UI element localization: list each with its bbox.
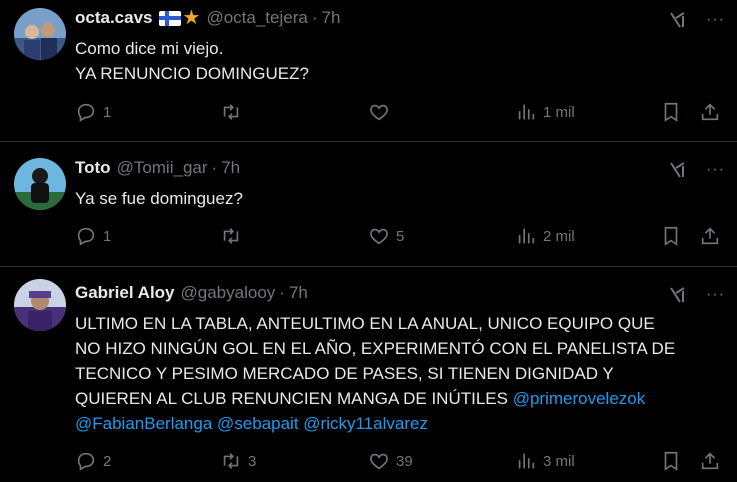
text-line: YA RENUNCIO DOMINGUEZ? bbox=[75, 64, 309, 83]
tweet-3[interactable]: Gabriel Aloy @gabyalooy · 7h ··· ULTIMO … bbox=[0, 267, 737, 482]
tweet-text: Ya se fue dominguez? bbox=[75, 186, 717, 211]
more-icon[interactable]: ··· bbox=[706, 11, 725, 29]
reply-count: 2 bbox=[103, 452, 112, 470]
views-button[interactable]: 2 mil bbox=[515, 225, 575, 247]
views-icon bbox=[518, 453, 535, 469]
views-count: 3 mil bbox=[543, 452, 575, 470]
tweet-header: Gabriel Aloy @gabyalooy · 7h bbox=[75, 283, 308, 303]
timestamp[interactable]: 7h bbox=[221, 158, 240, 178]
timestamp[interactable]: 7h bbox=[321, 8, 340, 28]
top-icons: ··· bbox=[668, 10, 725, 30]
retweet-icon bbox=[223, 104, 239, 120]
like-count: 5 bbox=[396, 227, 405, 245]
action-bar: 1 1 mil bbox=[75, 101, 723, 127]
retweet-button[interactable] bbox=[220, 101, 248, 123]
reply-icon bbox=[77, 227, 95, 246]
like-icon bbox=[370, 228, 388, 245]
share-icon bbox=[701, 227, 719, 245]
text-line: NO HIZO NINGÚN GOL EN EL AÑO, EXPERIMENT… bbox=[75, 339, 676, 358]
share-button[interactable] bbox=[699, 450, 721, 472]
tweet-2[interactable]: Toto @Tomii_gar · 7h ··· Ya se fue domin… bbox=[0, 142, 737, 267]
share-button[interactable] bbox=[699, 101, 721, 123]
like-icon bbox=[370, 104, 388, 121]
views-count: 1 mil bbox=[543, 103, 575, 121]
retweet-icon bbox=[223, 453, 239, 469]
tweet-header: Toto @Tomii_gar · 7h bbox=[75, 158, 241, 178]
text-line: QUIEREN AL CLUB RENUNCIEN MANGA DE INÚTI… bbox=[75, 389, 646, 408]
retweet-button[interactable] bbox=[220, 225, 248, 247]
mention-link[interactable]: @ricky11alvarez bbox=[303, 414, 428, 433]
retweet-icon bbox=[223, 228, 239, 244]
views-icon bbox=[518, 104, 535, 120]
reply-icon bbox=[77, 452, 95, 471]
views-icon bbox=[518, 228, 535, 244]
grok-icon[interactable] bbox=[668, 160, 688, 180]
tweet-1[interactable]: octa.cavs ★ @octa_tejera · 7h ··· Como d… bbox=[0, 0, 737, 142]
mention-link[interactable]: @primerovelezok bbox=[513, 389, 646, 408]
reply-count: 1 bbox=[103, 103, 112, 121]
grok-icon[interactable] bbox=[668, 285, 688, 305]
author-name[interactable]: Gabriel Aloy bbox=[75, 283, 175, 303]
share-icon bbox=[701, 103, 719, 121]
bookmark-icon bbox=[664, 226, 678, 246]
grok-icon[interactable] bbox=[668, 10, 688, 30]
bookmark-button[interactable] bbox=[660, 225, 682, 247]
text-line: Como dice mi viejo. bbox=[75, 39, 224, 58]
mention-link[interactable]: @FabianBerlanga bbox=[75, 414, 212, 433]
avatar-gabriel-aloy[interactable] bbox=[14, 279, 66, 331]
views-count: 2 mil bbox=[543, 227, 575, 245]
text-line: ULTIMO EN LA TABLA, ANTEULTIMO EN LA ANU… bbox=[75, 314, 655, 333]
top-icons: ··· bbox=[668, 160, 725, 180]
author-name[interactable]: Toto bbox=[75, 158, 111, 178]
text-line: TECNICO Y PESIMO MERCADO DE PASES, SI TI… bbox=[75, 364, 614, 383]
like-button[interactable] bbox=[368, 101, 396, 123]
views-button[interactable]: 1 mil bbox=[515, 101, 575, 123]
text-line: Ya se fue dominguez? bbox=[75, 189, 243, 208]
tweet-text: ULTIMO EN LA TABLA, ANTEULTIMO EN LA ANU… bbox=[75, 311, 717, 436]
author-handle[interactable]: @gabyalooy bbox=[181, 283, 276, 303]
bookmark-button[interactable] bbox=[660, 101, 682, 123]
action-bar: 2 3 39 3 mil bbox=[75, 450, 723, 476]
like-icon bbox=[370, 453, 388, 470]
reply-icon bbox=[77, 103, 95, 122]
bookmark-icon bbox=[664, 451, 678, 471]
reply-count: 1 bbox=[103, 227, 112, 245]
bookmark-icon bbox=[664, 102, 678, 122]
retweet-count: 3 bbox=[248, 452, 257, 470]
action-bar: 1 5 2 mil bbox=[75, 225, 723, 251]
like-button[interactable]: 5 bbox=[368, 225, 404, 247]
author-handle[interactable]: @Tomii_gar bbox=[117, 158, 208, 178]
like-button[interactable]: 39 bbox=[368, 450, 413, 472]
share-button[interactable] bbox=[699, 225, 721, 247]
timestamp[interactable]: 7h bbox=[289, 283, 308, 303]
author-name[interactable]: octa.cavs bbox=[75, 8, 153, 28]
finland-flag-icon bbox=[158, 10, 181, 26]
share-icon bbox=[701, 452, 719, 470]
author-handle[interactable]: @octa_tejera bbox=[206, 8, 307, 28]
text-line: @FabianBerlanga @sebapait @ricky11alvare… bbox=[75, 411, 717, 436]
bookmark-button[interactable] bbox=[660, 450, 682, 472]
reply-button[interactable]: 1 bbox=[75, 101, 111, 123]
avatar-toto[interactable] bbox=[14, 158, 66, 210]
avatar-octa-cavs[interactable] bbox=[14, 8, 66, 60]
views-button[interactable]: 3 mil bbox=[515, 450, 575, 472]
star-icon: ★ bbox=[182, 7, 201, 29]
mention-link[interactable]: @sebapait bbox=[217, 414, 299, 433]
reply-button[interactable]: 2 bbox=[75, 450, 111, 472]
top-icons: ··· bbox=[668, 285, 725, 305]
more-icon[interactable]: ··· bbox=[706, 161, 725, 179]
retweet-button[interactable]: 3 bbox=[220, 450, 256, 472]
more-icon[interactable]: ··· bbox=[706, 286, 725, 304]
tweet-text: Como dice mi viejo. YA RENUNCIO DOMINGUE… bbox=[75, 36, 717, 86]
like-count: 39 bbox=[396, 452, 413, 470]
tweet-header: octa.cavs ★ @octa_tejera · 7h bbox=[75, 7, 341, 29]
reply-button[interactable]: 1 bbox=[75, 225, 111, 247]
